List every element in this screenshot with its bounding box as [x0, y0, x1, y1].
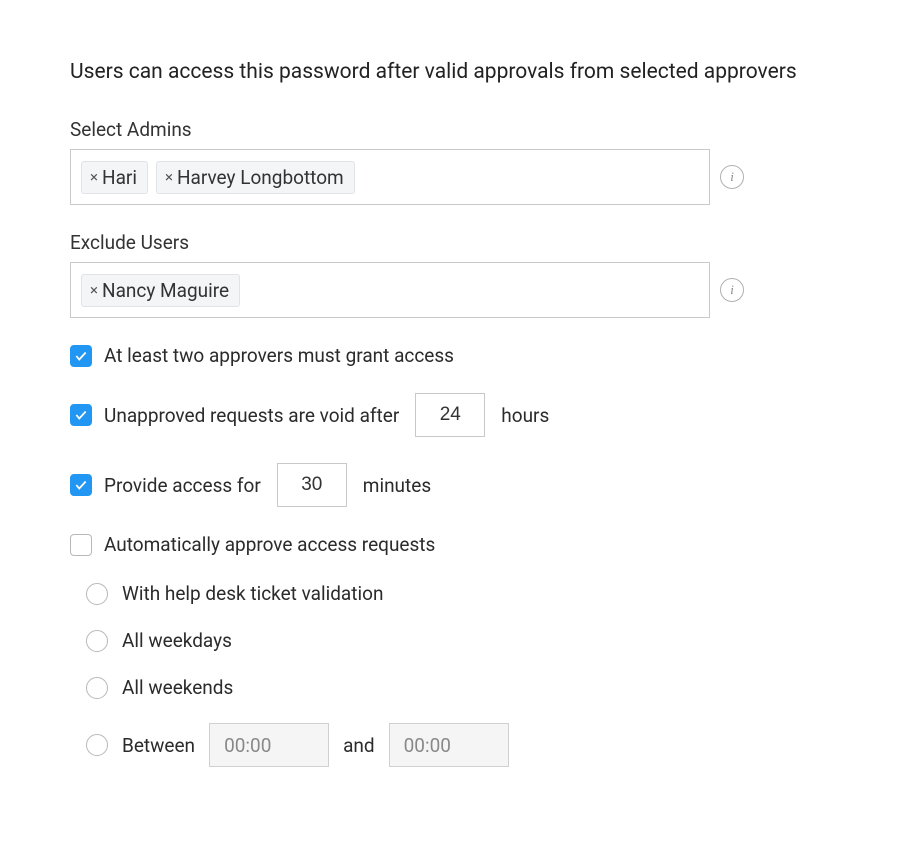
radio-weekdays-label: All weekdays — [122, 629, 232, 652]
select-admins-input[interactable]: × Hari × Harvey Longbottom — [70, 149, 710, 205]
radio-between-label: Between — [122, 734, 195, 757]
chip-label: Hari — [102, 166, 137, 189]
radio-ticket-validation[interactable] — [86, 583, 108, 605]
checkbox-access-for[interactable] — [70, 474, 92, 496]
radio-between[interactable] — [86, 734, 108, 756]
info-icon[interactable]: i — [720, 278, 744, 302]
check-icon — [74, 408, 88, 422]
exclude-users-input[interactable]: × Nancy Maguire — [70, 262, 710, 318]
access-for-prefix: Provide access for — [104, 474, 261, 497]
checkbox-two-approvers[interactable] — [70, 345, 92, 367]
checkbox-auto-approve[interactable] — [70, 534, 92, 556]
exclude-users-label: Exclude Users — [70, 231, 834, 254]
close-icon[interactable]: × — [90, 170, 98, 185]
chip-label: Nancy Maguire — [102, 279, 229, 302]
void-after-prefix: Unapproved requests are void after — [104, 404, 399, 427]
check-icon — [74, 349, 88, 363]
between-and: and — [343, 734, 375, 757]
chip-user[interactable]: × Nancy Maguire — [81, 274, 240, 307]
between-start-input[interactable]: 00:00 — [209, 723, 329, 767]
close-icon[interactable]: × — [165, 170, 173, 185]
radio-ticket-label: With help desk ticket validation — [122, 582, 383, 605]
select-admins-label: Select Admins — [70, 118, 834, 141]
access-for-input[interactable] — [277, 463, 347, 507]
check-icon — [74, 478, 88, 492]
checkbox-void-after[interactable] — [70, 404, 92, 426]
radio-all-weekends[interactable] — [86, 677, 108, 699]
between-end-input[interactable]: 00:00 — [389, 723, 509, 767]
void-after-input[interactable] — [415, 393, 485, 437]
chip-admin[interactable]: × Harvey Longbottom — [156, 161, 355, 194]
info-icon[interactable]: i — [720, 165, 744, 189]
radio-weekends-label: All weekends — [122, 676, 233, 699]
chip-admin[interactable]: × Hari — [81, 161, 148, 194]
intro-text: Users can access this password after val… — [70, 60, 834, 84]
two-approvers-label: At least two approvers must grant access — [104, 344, 454, 367]
radio-all-weekdays[interactable] — [86, 630, 108, 652]
close-icon[interactable]: × — [90, 283, 98, 298]
chip-label: Harvey Longbottom — [177, 166, 344, 189]
void-after-suffix: hours — [501, 404, 549, 427]
auto-approve-label: Automatically approve access requests — [104, 533, 435, 556]
access-for-suffix: minutes — [363, 474, 431, 497]
